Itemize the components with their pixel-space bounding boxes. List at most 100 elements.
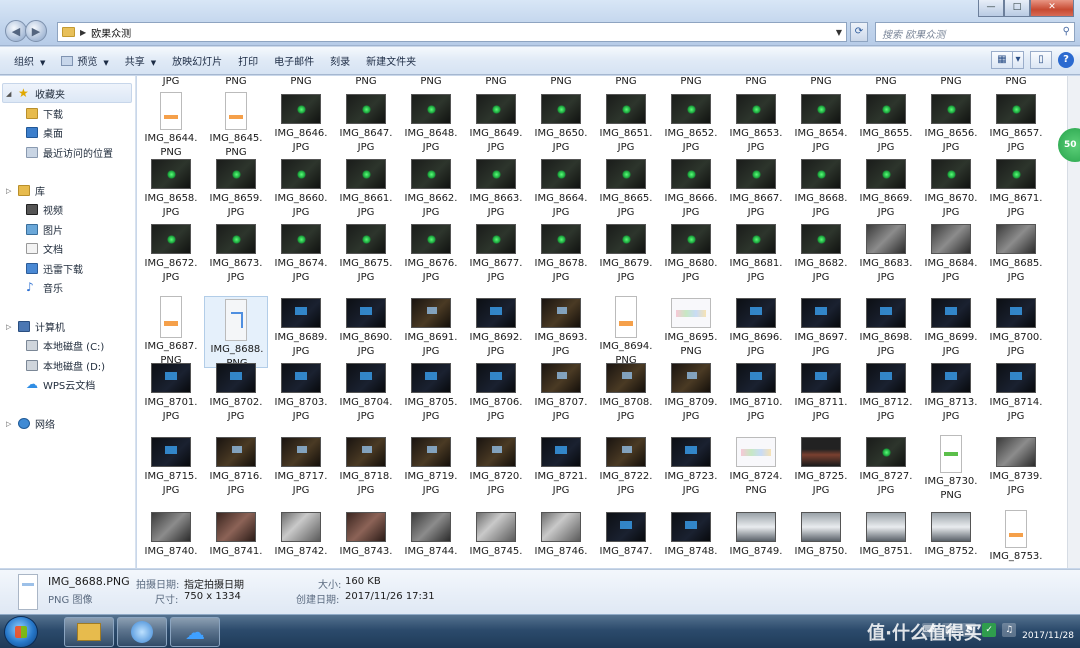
taskbar-ie[interactable] [117,617,167,647]
volume-icon[interactable]: ♫ [1002,622,1017,637]
file-item[interactable]: IMG_8742. [269,508,333,568]
file-item[interactable]: IMG_8703. JPG [269,359,333,422]
file-item[interactable]: IMG_8688.PNG [204,296,268,369]
file-item[interactable]: IMG_8697. JPG [789,294,853,357]
file-item[interactable]: IMG_8746. [529,508,593,568]
file-item[interactable]: IMG_8660. JPG [269,155,333,218]
file-item[interactable]: IMG_8705. JPG [399,359,463,422]
nav-documents[interactable]: 文档 [26,241,63,256]
file-item[interactable]: IMG_8644. PNG [139,90,203,158]
refresh-button[interactable]: ⟳ [850,22,868,42]
file-item[interactable]: IMG_8711. JPG [789,359,853,422]
file-item[interactable]: IMG_8714. JPG [984,359,1048,422]
file-item[interactable]: IMG_8723. JPG [659,433,723,496]
file-item[interactable]: IMG_8722. JPG [594,433,658,496]
file-item[interactable]: IMG_8645. PNG [204,90,268,158]
nav-videos[interactable]: 视频 [26,202,63,217]
breadcrumb-separator-icon[interactable]: ▶ [80,28,86,37]
nav-network[interactable]: ▷ 网络 [6,416,55,431]
expand-icon[interactable]: ▷ [6,187,13,195]
file-item[interactable]: PNG [854,76,918,89]
file-item[interactable]: IMG_8702. JPG [204,359,268,422]
clock[interactable]: 2017/11/28 [1022,617,1074,642]
breadcrumb-current[interactable]: 欧果众测 [91,25,131,40]
nav-drive-c[interactable]: 本地磁盘 (C:) [26,338,104,353]
file-item[interactable]: IMG_8695. PNG [659,294,723,357]
file-item[interactable]: JPG [139,76,203,89]
file-item[interactable]: IMG_8730. PNG [919,433,983,501]
file-item[interactable]: PNG [724,76,788,89]
file-item[interactable]: PNG [984,76,1048,89]
search-icon[interactable]: ⚲ [1063,26,1070,37]
expand-icon[interactable]: ◢ [6,90,13,98]
file-item[interactable]: IMG_8692. JPG [464,294,528,357]
file-item[interactable]: IMG_8671. JPG [984,155,1048,218]
file-item[interactable]: IMG_8724. PNG [724,433,788,496]
file-item[interactable]: IMG_8668. JPG [789,155,853,218]
share-menu[interactable]: 共享 ▼ [117,53,164,68]
shield-icon[interactable]: ✓ [982,622,997,637]
file-item[interactable]: PNG [334,76,398,89]
file-item[interactable]: IMG_8700. JPG [984,294,1048,357]
file-item[interactable]: IMG_8720. JPG [464,433,528,496]
file-item[interactable]: IMG_8673. JPG [204,220,268,283]
expand-icon[interactable]: ▷ [6,323,13,331]
file-item[interactable]: IMG_8654. JPG [789,90,853,153]
file-item[interactable]: IMG_8706. JPG [464,359,528,422]
file-item[interactable]: IMG_8656. JPG [919,90,983,153]
file-item[interactable]: IMG_8687. PNG [139,294,203,366]
file-item[interactable]: IMG_8693. JPG [529,294,593,357]
file-item[interactable]: IMG_8670. JPG [919,155,983,218]
nav-desktop[interactable]: 桌面 [26,125,63,140]
file-item[interactable]: IMG_8680. JPG [659,220,723,283]
file-item[interactable]: PNG [659,76,723,89]
file-item[interactable]: IMG_8662. JPG [399,155,463,218]
search-input[interactable]: 搜索 欧果众测 ⚲ [875,22,1075,42]
file-item[interactable]: IMG_8661. JPG [334,155,398,218]
file-item[interactable]: IMG_8647. JPG [334,90,398,153]
file-item[interactable]: IMG_8747. [594,508,658,568]
file-item[interactable]: IMG_8658. JPG [139,155,203,218]
file-item[interactable]: IMG_8675. JPG [334,220,398,283]
flag-icon[interactable]: ⚑ [962,622,977,637]
file-item[interactable]: IMG_8713. JPG [919,359,983,422]
file-item[interactable]: IMG_8750. [789,508,853,568]
file-item[interactable]: IMG_8646. JPG [269,90,333,153]
start-button[interactable] [4,616,38,648]
chevron-down-icon[interactable]: ▾ [1012,51,1024,69]
back-button[interactable]: ◀ [5,20,27,42]
file-item[interactable]: PNG [269,76,333,89]
nav-wps[interactable]: ☁ WPS云文档 [26,377,95,392]
file-item[interactable]: IMG_8699. JPG [919,294,983,357]
file-item[interactable]: IMG_8698. JPG [854,294,918,357]
file-item[interactable]: IMG_8715. JPG [139,433,203,496]
file-item[interactable]: PNG [204,76,268,89]
file-item[interactable]: IMG_8667. JPG [724,155,788,218]
preview-pane-icon[interactable]: ▯ [1030,51,1052,69]
file-item[interactable]: IMG_8712. JPG [854,359,918,422]
file-item[interactable]: IMG_8740. [139,508,203,568]
expand-icon[interactable]: ▷ [6,420,13,428]
file-item[interactable]: IMG_8725. JPG [789,433,853,496]
file-item[interactable]: IMG_8666. JPG [659,155,723,218]
preview-menu[interactable]: 预览 ▼ [53,53,116,68]
keyboard-icon[interactable]: ⌨ [922,622,937,637]
file-item[interactable]: IMG_8689. JPG [269,294,333,357]
minimize-button[interactable]: — [978,0,1004,17]
file-item[interactable]: IMG_8751. [854,508,918,568]
file-item[interactable]: IMG_8674. JPG [269,220,333,283]
view-options-icon[interactable]: ▦ [991,51,1013,69]
file-item[interactable]: PNG [919,76,983,89]
file-item[interactable]: IMG_8652. JPG [659,90,723,153]
close-button[interactable]: ✕ [1030,0,1074,17]
print-button[interactable]: 打印 [230,53,266,68]
taskbar-cloud[interactable]: ☁ [170,617,220,647]
file-item[interactable]: PNG [789,76,853,89]
detail-date-taken-value[interactable]: 指定拍摄日期 [184,576,244,591]
file-item[interactable]: IMG_8716. JPG [204,433,268,496]
network-tray-icon[interactable]: ▤ [942,622,957,637]
file-item[interactable]: IMG_8701. JPG [139,359,203,422]
file-item[interactable]: IMG_8745. [464,508,528,568]
help-icon[interactable]: ? [1058,52,1074,68]
file-item[interactable]: PNG [529,76,593,89]
